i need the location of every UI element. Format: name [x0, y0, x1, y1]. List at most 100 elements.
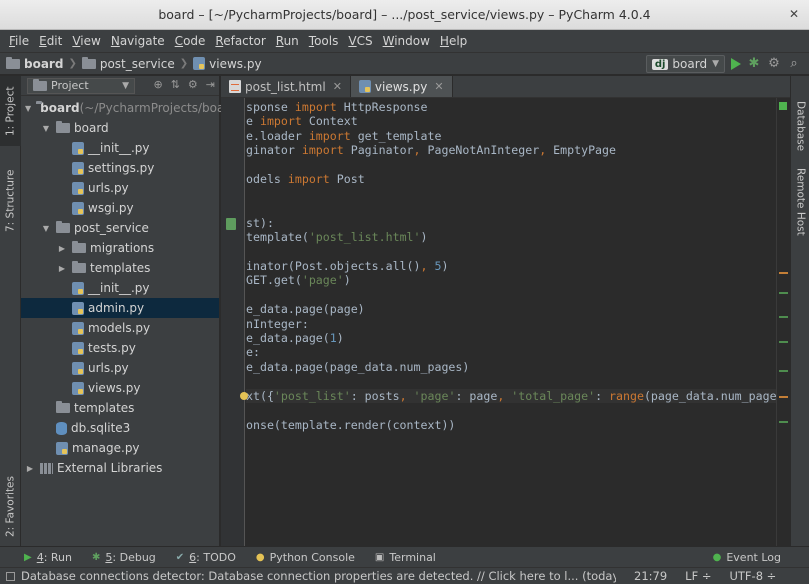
tree-item[interactable]: ▼ post_service	[21, 218, 219, 238]
menu-item[interactable]: Navigate	[106, 34, 170, 48]
inspection-ok-icon	[779, 102, 787, 110]
code-line: e import Context	[246, 114, 776, 128]
tree-item[interactable]: __init__.py	[21, 138, 219, 158]
tree-item-label: __init__.py	[88, 281, 150, 295]
editor-scroll-gutter[interactable]	[776, 98, 790, 546]
tool-window-button[interactable]: ✔ 6: TODO	[176, 551, 236, 564]
tree-item[interactable]: ▼ board (~/PycharmProjects/board)	[21, 98, 241, 118]
status-message[interactable]: Database connections detector: Database …	[6, 568, 616, 584]
menu-item[interactable]: Window	[378, 34, 435, 48]
tool-tab-project[interactable]: 1: Project	[0, 76, 21, 146]
editor-tab[interactable]: views.py ✕	[350, 76, 453, 97]
chevron-right-icon[interactable]: ▶	[57, 264, 67, 273]
tree-item[interactable]: settings.py	[21, 158, 219, 178]
tree-item[interactable]: tests.py	[21, 338, 219, 358]
tree-item[interactable]: templates	[21, 398, 219, 418]
chevron-down-icon[interactable]: ▼	[41, 124, 51, 133]
run-line-marker-icon[interactable]	[226, 218, 236, 230]
code-token: HttpResponse	[336, 100, 428, 114]
chevron-right-icon[interactable]: ▶	[25, 464, 35, 473]
breadcrumb-project[interactable]: board	[24, 57, 63, 71]
code-token: e_data.page(	[246, 331, 330, 345]
menu-item[interactable]: Code	[170, 34, 211, 48]
menu-item[interactable]: Run	[271, 34, 304, 48]
python-file-icon	[72, 161, 84, 175]
event-log-button[interactable]: ● Event Log	[713, 551, 781, 564]
file-encoding[interactable]: UTF-8 ÷	[729, 569, 776, 583]
run-icon[interactable]	[731, 58, 741, 70]
tree-item[interactable]: urls.py	[21, 178, 219, 198]
editor-tab[interactable]: post_list.html ✕	[221, 76, 351, 97]
code-token: e	[246, 114, 260, 129]
tree-item[interactable]: wsgi.py	[21, 198, 219, 218]
tool-tab-remote-host[interactable]: Remote Host	[791, 162, 809, 242]
code-line: e:	[246, 345, 776, 359]
code-line: GET.get('page')	[246, 273, 776, 287]
editor: post_list.html ✕ views.py ✕ sponse import H…	[221, 76, 804, 546]
coverage-icon[interactable]: ⚙	[767, 57, 781, 71]
tool-window-icon: ✔	[175, 551, 185, 563]
tree-item[interactable]: urls.py	[21, 358, 219, 378]
tree-item[interactable]: ▶ External Libraries	[21, 458, 219, 478]
tree-item[interactable]: manage.py	[21, 438, 219, 458]
change-marker[interactable]	[779, 370, 788, 372]
code-area[interactable]: sponse import HttpResponse e import Conte…	[246, 100, 804, 432]
menu-bar: File Edit View Navigate Code Refactor Run Tools…	[0, 30, 809, 52]
menu-item[interactable]: Refactor	[210, 34, 270, 48]
tool-tab-favorites[interactable]: 2: Favorites	[0, 472, 21, 542]
debug-icon[interactable]: ✱	[747, 57, 761, 71]
code-token: template(	[246, 229, 309, 244]
close-icon[interactable]: ✕	[787, 7, 801, 21]
change-marker[interactable]	[779, 421, 788, 423]
warning-marker[interactable]	[779, 272, 788, 274]
search-icon[interactable]: ⌕	[787, 57, 801, 71]
run-toolbar: dj board ▼ ✱ ⚙ ⌕	[645, 55, 801, 73]
warning-marker[interactable]	[779, 396, 788, 398]
tree-item[interactable]: models.py	[21, 318, 219, 338]
chevron-down-icon[interactable]: ▼	[41, 224, 51, 233]
chevron-right-icon[interactable]: ▶	[57, 244, 67, 253]
run-configuration-select[interactable]: dj board ▼	[645, 55, 725, 73]
menu-item[interactable]: VCS	[343, 34, 377, 48]
tree-item[interactable]: ▶ templates	[21, 258, 219, 278]
caret-position[interactable]: 21:79	[634, 569, 667, 583]
code-line: st):	[246, 216, 776, 230]
menu-item[interactable]: Help	[435, 34, 472, 48]
tree-item[interactable]: __init__.py	[21, 278, 219, 298]
tree-item[interactable]: ▶ migrations	[21, 238, 219, 258]
breadcrumb-package[interactable]: post_service	[100, 57, 175, 71]
change-marker[interactable]	[779, 292, 788, 294]
menu-item[interactable]: Edit	[34, 34, 67, 48]
scroll-from-source-icon[interactable]: ⊕	[153, 78, 162, 91]
tool-window-button[interactable]: ✱ 5: Debug	[92, 551, 156, 564]
tree-item[interactable]: db.sqlite3	[21, 418, 219, 438]
tool-tab-database[interactable]: Database	[791, 96, 809, 156]
change-marker[interactable]	[779, 316, 788, 318]
tool-window-button[interactable]: ▣ Terminal	[375, 551, 436, 564]
menu-item[interactable]: Tools	[304, 34, 344, 48]
tree-item[interactable]: ▼ board	[21, 118, 219, 138]
gear-icon[interactable]: ⚙	[188, 78, 198, 91]
line-separator[interactable]: LF ÷	[685, 569, 711, 583]
tool-tab-structure[interactable]: 7: Structure	[0, 166, 21, 236]
menu-item[interactable]: View	[67, 34, 105, 48]
breadcrumb-file[interactable]: views.py	[209, 57, 261, 71]
tool-window-toggle-icon[interactable]	[6, 571, 15, 581]
close-icon[interactable]: ✕	[333, 80, 342, 93]
code-token: nInteger:	[246, 316, 309, 331]
code-token: e.loader	[246, 128, 309, 143]
code-token: 'page'	[301, 273, 344, 288]
change-marker[interactable]	[779, 341, 788, 343]
intention-bulb-icon[interactable]	[240, 392, 248, 400]
tool-window-button[interactable]: ▶ 4: Run	[24, 551, 72, 564]
tree-item-path: (~/PycharmProjects/board)	[79, 101, 242, 115]
chevron-down-icon[interactable]: ▼	[25, 104, 31, 113]
tree-item[interactable]: views.py	[21, 378, 219, 398]
menu-item[interactable]: File	[4, 34, 34, 48]
hide-panel-icon[interactable]: ⇥	[206, 78, 215, 91]
tree-item[interactable]: admin.py	[21, 298, 219, 318]
collapse-all-icon[interactable]: ⇅	[171, 78, 180, 91]
tool-window-button[interactable]: ● Python Console	[256, 551, 355, 564]
close-icon[interactable]: ✕	[434, 80, 443, 93]
project-view-select[interactable]: Project ▼	[27, 77, 135, 94]
